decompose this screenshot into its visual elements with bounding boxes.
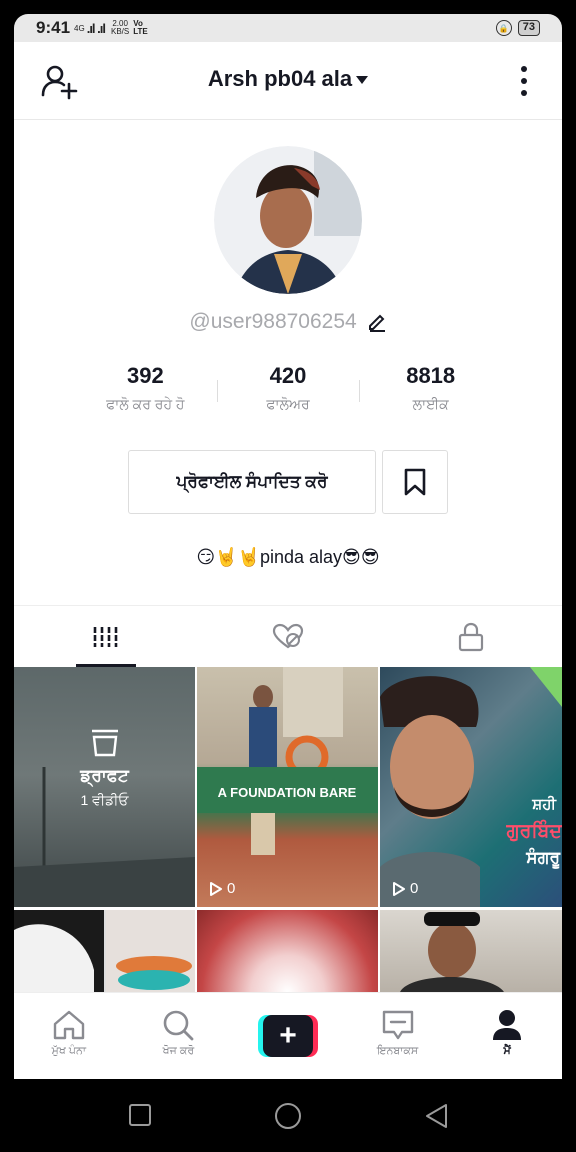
- nav-create[interactable]: +: [233, 993, 343, 1079]
- stat-likes[interactable]: 8818 ਲਾਈਕ: [359, 362, 502, 422]
- followers-label: ਫਾਲੋਅਰ: [266, 396, 310, 412]
- likes-label: ਲਾਈਕ: [412, 396, 449, 412]
- nav-inbox[interactable]: ਇਨਬਾਕਸ: [343, 993, 453, 1079]
- profile-screen: Arsh pb04 ala @user988706254 392 ਫਾਲੋ ਕਰ…: [14, 42, 562, 1079]
- video-grid: ਡ੍ਰਾਫਟ 1 ਵੀਡੀਓ A FOUNDATION BARE 0 ਸ਼ਹੀ …: [14, 667, 562, 992]
- signal-icon: .ıl .ıl: [86, 20, 106, 36]
- volte-indicator: Vo LTE: [133, 20, 148, 36]
- nav-discover[interactable]: ਖੋਜ ਕਰੋ: [124, 993, 234, 1079]
- view-count: 0: [392, 880, 418, 897]
- draft-count: 1 ਵੀਡੀਓ: [80, 792, 129, 808]
- nav-discover-label: ਖੋਜ ਕਰੋ: [162, 1045, 195, 1057]
- speed-unit: KB/S: [111, 27, 130, 36]
- search-icon: [164, 1010, 194, 1041]
- status-bar: 9:41 4G .ıl .ıl 2.00 KB/S Vo LTE 🔒 73: [14, 14, 562, 42]
- play-icon: [393, 881, 405, 896]
- followers-count: 420: [269, 363, 307, 388]
- tab-videos[interactable]: [14, 606, 197, 667]
- thumbnail-caption-line-1: ਸ਼ਹੀ: [531, 795, 557, 813]
- bookmark-icon: [404, 468, 426, 496]
- create-plus-icon: +: [262, 1015, 313, 1057]
- network-speed: 2.00 KB/S: [111, 20, 129, 36]
- draft-box-icon: [91, 729, 118, 757]
- rotation-lock-icon: 🔒: [495, 20, 512, 36]
- top-bar: Arsh pb04 ala: [14, 42, 562, 120]
- phone-screen: 9:41 4G .ıl .ıl 2.00 KB/S Vo LTE 🔒 73 Ar…: [0, 0, 576, 1152]
- tab-private[interactable]: [379, 606, 562, 667]
- draft-info: ਡ੍ਰਾਫਟ 1 ਵੀਡੀਓ: [14, 727, 195, 809]
- view-count-value: 0: [410, 880, 419, 897]
- nav-home[interactable]: ਮੁੱਖ ਪੰਨਾ: [14, 993, 124, 1079]
- system-nav-bar: [0, 1079, 576, 1152]
- video-tile[interactable]: [14, 910, 195, 992]
- home-icon: [53, 1010, 84, 1040]
- following-count: 392: [126, 363, 164, 388]
- status-time: 9:41: [36, 18, 71, 37]
- video-thumbnail: ਸ਼ਹੀ ਗੁਰਬਿੰਦ ਸੰਗਰੂ: [380, 667, 562, 907]
- grid-icon: [94, 626, 118, 647]
- home-button-icon[interactable]: [273, 1101, 303, 1131]
- avatar[interactable]: [214, 146, 362, 294]
- status-right: 🔒 73: [495, 20, 540, 36]
- nav-profile-label: ਮੈਂ: [503, 1045, 511, 1057]
- volte-bottom: LTE: [133, 27, 148, 36]
- nav-profile[interactable]: ਮੈਂ: [452, 993, 562, 1079]
- content-tabs: [14, 605, 562, 667]
- thumbnail-caption: A FOUNDATION BARE: [218, 785, 357, 800]
- tab-liked[interactable]: [197, 606, 380, 667]
- profile-bio: 😏🤘🤘pinda alay😎😎: [196, 547, 380, 567]
- draft-tile[interactable]: ਡ੍ਰਾਫਟ 1 ਵੀਡੀਓ: [14, 667, 195, 907]
- profile-icon: [493, 1010, 522, 1040]
- account-switcher[interactable]: Arsh pb04 ala: [14, 66, 562, 92]
- video-thumbnail: [14, 910, 195, 992]
- video-thumbnail: [400, 912, 504, 992]
- favorites-button[interactable]: [382, 450, 448, 514]
- video-tile[interactable]: [197, 910, 378, 992]
- page-title: Arsh pb04 ala: [207, 66, 353, 91]
- battery-level: 73: [517, 20, 540, 36]
- recents-icon[interactable]: [128, 1103, 152, 1127]
- video-tile[interactable]: A FOUNDATION BARE 0: [197, 667, 378, 907]
- video-thumbnail: A FOUNDATION BARE: [197, 667, 378, 855]
- inbox-icon: [382, 1010, 413, 1040]
- user-handle[interactable]: @user988706254: [14, 310, 562, 334]
- more-vertical-icon[interactable]: [514, 64, 534, 98]
- likes-count: 8818: [406, 363, 456, 388]
- view-count-value: 0: [227, 880, 236, 897]
- bottom-nav: ਮੁੱਖ ਪੰਨਾ ਖੋਜ ਕਰੋ + ਇਨਬਾਕਸ ਮੈਂ: [14, 992, 562, 1079]
- profile-stats: 392 ਫਾਲੋ ਕਰ ਰਹੇ ਹੋ 420 ਫਾਲੋਅਰ 8818 ਲਾਈਕ: [74, 362, 502, 422]
- draft-title: ਡ੍ਰਾਫਟ: [80, 766, 129, 785]
- video-tile[interactable]: ਸ਼ਹੀ ਗੁਰਬਿੰਦ ਸੰਗਰੂ 0: [380, 667, 562, 907]
- create-video-button[interactable]: +: [257, 1015, 318, 1057]
- following-label: ਫਾਲੋ ਕਰ ਰਹੇ ਹੋ: [106, 396, 185, 412]
- thumbnail-caption-line-3: ਸੰਗਰੂ: [525, 847, 561, 869]
- video-tile[interactable]: [380, 910, 562, 992]
- play-icon: [210, 881, 222, 896]
- handle-text: @user988706254: [189, 310, 357, 333]
- liked-hidden-icon: [272, 623, 304, 648]
- back-icon[interactable]: [424, 1103, 450, 1129]
- edit-profile-button[interactable]: ਪ੍ਰੋਫਾਈਲ ਸੰਪਾਦਿਤ ਕਰੋ: [128, 450, 376, 514]
- nav-home-label: ਮੁੱਖ ਪੰਨਾ: [51, 1045, 86, 1057]
- lock-icon: [458, 622, 483, 651]
- stat-following[interactable]: 392 ਫਾਲੋ ਕਰ ਰਹੇ ਹੋ: [74, 362, 217, 422]
- thumbnail-caption-line-2: ਗੁਰਬਿੰਦ: [505, 819, 562, 842]
- network-type: 4G: [74, 23, 85, 33]
- view-count: 0: [209, 880, 235, 897]
- stat-followers[interactable]: 420 ਫਾਲੋਅਰ: [216, 362, 360, 422]
- pencil-icon[interactable]: [367, 312, 387, 333]
- nav-inbox-label: ਇਨਬਾਕਸ: [376, 1045, 419, 1057]
- caret-down-icon: [356, 76, 369, 85]
